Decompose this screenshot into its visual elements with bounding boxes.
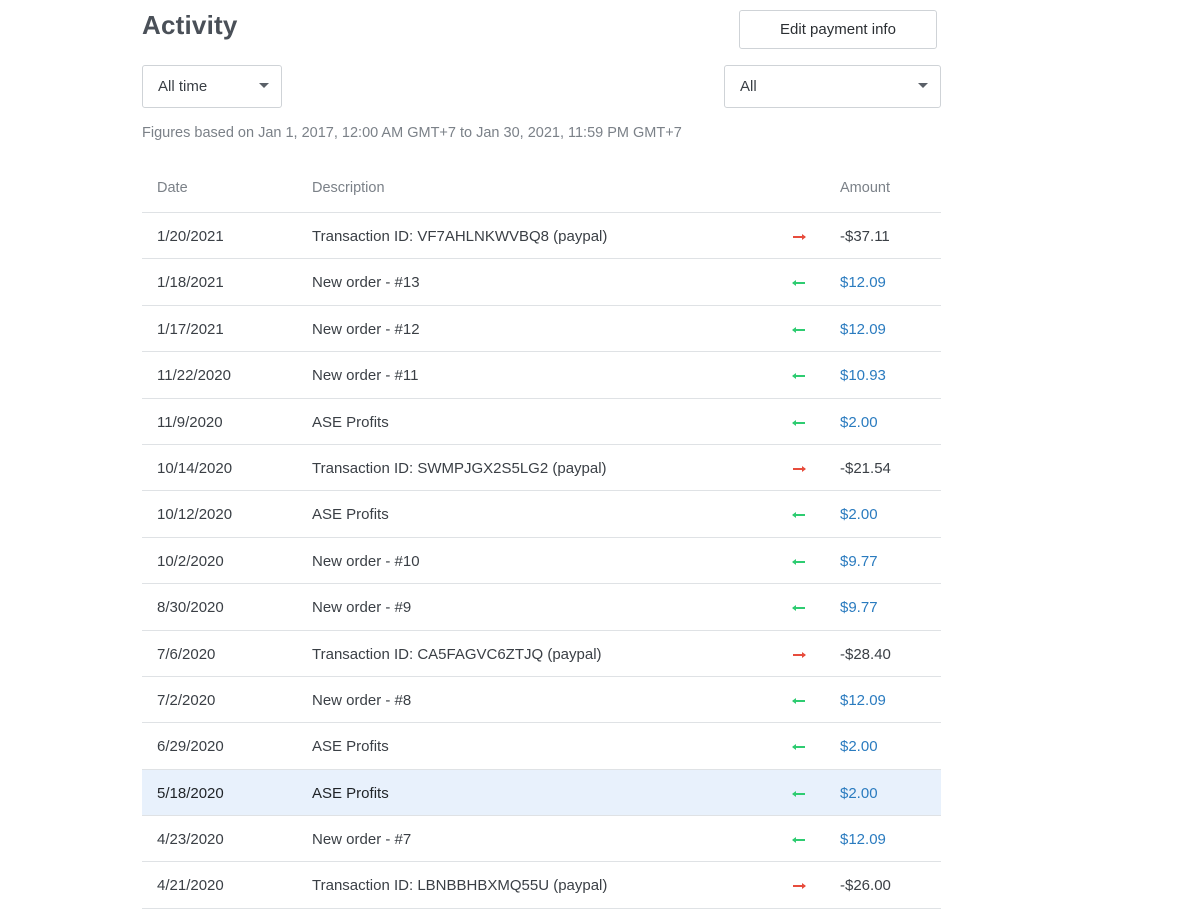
row-description: ASE Profits xyxy=(312,506,389,524)
arrow-left-icon xyxy=(792,280,805,287)
column-header-description[interactable]: Description xyxy=(312,180,385,196)
activity-page: Activity Edit payment info All time All … xyxy=(0,0,1200,915)
column-header-date[interactable]: Date xyxy=(157,180,188,196)
edit-payment-info-button[interactable]: Edit payment info xyxy=(739,10,937,49)
row-date: 8/30/2020 xyxy=(157,599,224,617)
row-description: New order - #7 xyxy=(312,831,412,849)
table-row[interactable]: 5/18/2020 ASE Profits $2.00 xyxy=(142,769,941,817)
row-date: 1/20/2021 xyxy=(157,228,224,245)
arrow-right-icon xyxy=(793,234,806,240)
arrow-right-icon xyxy=(793,883,806,890)
arrow-left-icon xyxy=(792,790,805,797)
table-row[interactable]: 10/14/2020 Transaction ID: SWMPJGX2S5LG2 … xyxy=(142,445,941,492)
time-range-value: All time xyxy=(158,78,208,95)
row-description: New order - #8 xyxy=(312,691,412,709)
row-date: 5/18/2020 xyxy=(157,784,224,802)
table-row[interactable]: 7/2/2020 New order - #8 $12.09 xyxy=(142,677,941,724)
row-amount: $2.00 xyxy=(840,413,878,431)
row-description: Transaction ID: CA5FAGVC6ZTJQ (paypal) xyxy=(312,645,602,663)
row-amount: -$21.54 xyxy=(840,459,891,477)
page-title: Activity xyxy=(142,10,238,40)
table-header: Date Description Amount xyxy=(142,166,941,213)
arrow-left-icon xyxy=(792,558,805,565)
table-row[interactable]: 10/12/2020 ASE Profits $2.00 xyxy=(142,491,941,538)
time-range-select[interactable]: All time xyxy=(142,65,282,108)
table-row[interactable]: 8/30/2020 New order - #9 $9.77 xyxy=(142,584,941,631)
row-amount: $2.00 xyxy=(840,738,878,756)
row-amount: $12.09 xyxy=(840,274,886,292)
activity-table: Date Description Amount 1/20/2021 Transac… xyxy=(142,166,941,909)
table-row[interactable]: 4/21/2020 Transaction ID: LBNBBHBXMQ55U (… xyxy=(142,862,941,909)
arrow-left-icon xyxy=(792,605,805,612)
arrow-left-icon xyxy=(792,419,805,426)
table-row[interactable]: 1/17/2021 New order - #12 $12.09 xyxy=(142,306,941,353)
row-date: 10/14/2020 xyxy=(157,459,233,477)
row-description: New order - #9 xyxy=(312,599,412,617)
row-date: 10/12/2020 xyxy=(157,506,233,524)
row-amount: -$26.00 xyxy=(840,877,891,895)
table-row[interactable]: 6/29/2020 ASE Profits $2.00 xyxy=(142,723,941,770)
table-row[interactable]: 10/2/2020 New order - #10 $9.77 xyxy=(142,538,941,585)
table-row[interactable]: 4/23/2020 New order - #7 $12.09 xyxy=(142,816,941,863)
caret-down-icon xyxy=(259,83,269,88)
table-body: 1/20/2021 Transaction ID: VF7AHLNKWVBQ8 (… xyxy=(142,213,941,909)
row-amount: $12.09 xyxy=(840,320,886,338)
row-amount: $12.09 xyxy=(840,831,886,849)
figures-date-range-note: Figures based on Jan 1, 2017, 12:00 AM G… xyxy=(142,125,682,141)
row-description: ASE Profits xyxy=(312,413,389,431)
arrow-right-icon xyxy=(793,465,806,472)
arrow-left-icon xyxy=(792,373,805,380)
arrow-left-icon xyxy=(792,326,805,333)
row-description: Transaction ID: SWMPJGX2S5LG2 (paypal) xyxy=(312,459,607,477)
row-date: 1/17/2021 xyxy=(157,320,224,338)
row-amount: $2.00 xyxy=(840,784,878,802)
row-description: New order - #10 xyxy=(312,552,420,570)
row-amount: $9.77 xyxy=(840,552,878,570)
arrow-right-icon xyxy=(793,651,806,658)
row-description: ASE Profits xyxy=(312,738,389,756)
row-date: 11/22/2020 xyxy=(157,367,231,385)
table-row[interactable]: 11/9/2020 ASE Profits $2.00 xyxy=(142,399,941,445)
row-date: 6/29/2020 xyxy=(157,738,224,756)
table-row[interactable]: 7/6/2020 Transaction ID: CA5FAGVC6ZTJQ (p… xyxy=(142,631,941,677)
row-date: 10/2/2020 xyxy=(157,552,224,570)
row-amount: -$37.11 xyxy=(840,228,890,245)
transaction-type-value: All xyxy=(740,78,757,95)
row-description: New order - #12 xyxy=(312,320,420,338)
arrow-left-icon xyxy=(792,697,805,704)
column-header-amount[interactable]: Amount xyxy=(840,180,890,196)
row-amount: -$28.40 xyxy=(840,645,891,663)
row-date: 7/2/2020 xyxy=(157,691,216,709)
row-description: Transaction ID: VF7AHLNKWVBQ8 (paypal) xyxy=(312,228,608,245)
row-description: Transaction ID: LBNBBHBXMQ55U (paypal) xyxy=(312,877,608,895)
table-row[interactable]: 1/20/2021 Transaction ID: VF7AHLNKWVBQ8 (… xyxy=(142,213,941,260)
row-amount: $10.93 xyxy=(840,367,886,385)
row-date: 4/21/2020 xyxy=(157,877,224,895)
row-date: 4/23/2020 xyxy=(157,831,224,849)
caret-down-icon xyxy=(918,83,928,88)
table-row[interactable]: 11/22/2020 New order - #11 $10.93 xyxy=(142,352,941,399)
table-row[interactable]: 1/18/2021 New order - #13 $12.09 xyxy=(142,259,941,306)
arrow-left-icon xyxy=(792,837,805,844)
row-date: 1/18/2021 xyxy=(157,274,224,292)
transaction-type-select[interactable]: All xyxy=(724,65,941,108)
row-date: 7/6/2020 xyxy=(157,645,216,663)
row-amount: $9.77 xyxy=(840,599,878,617)
arrow-left-icon xyxy=(792,744,805,751)
row-description: New order - #13 xyxy=(312,274,420,292)
row-description: ASE Profits xyxy=(312,784,389,802)
row-date: 11/9/2020 xyxy=(157,413,223,431)
arrow-left-icon xyxy=(792,512,805,519)
row-amount: $12.09 xyxy=(840,691,886,709)
row-amount: $2.00 xyxy=(840,506,878,524)
row-description: New order - #11 xyxy=(312,367,419,385)
